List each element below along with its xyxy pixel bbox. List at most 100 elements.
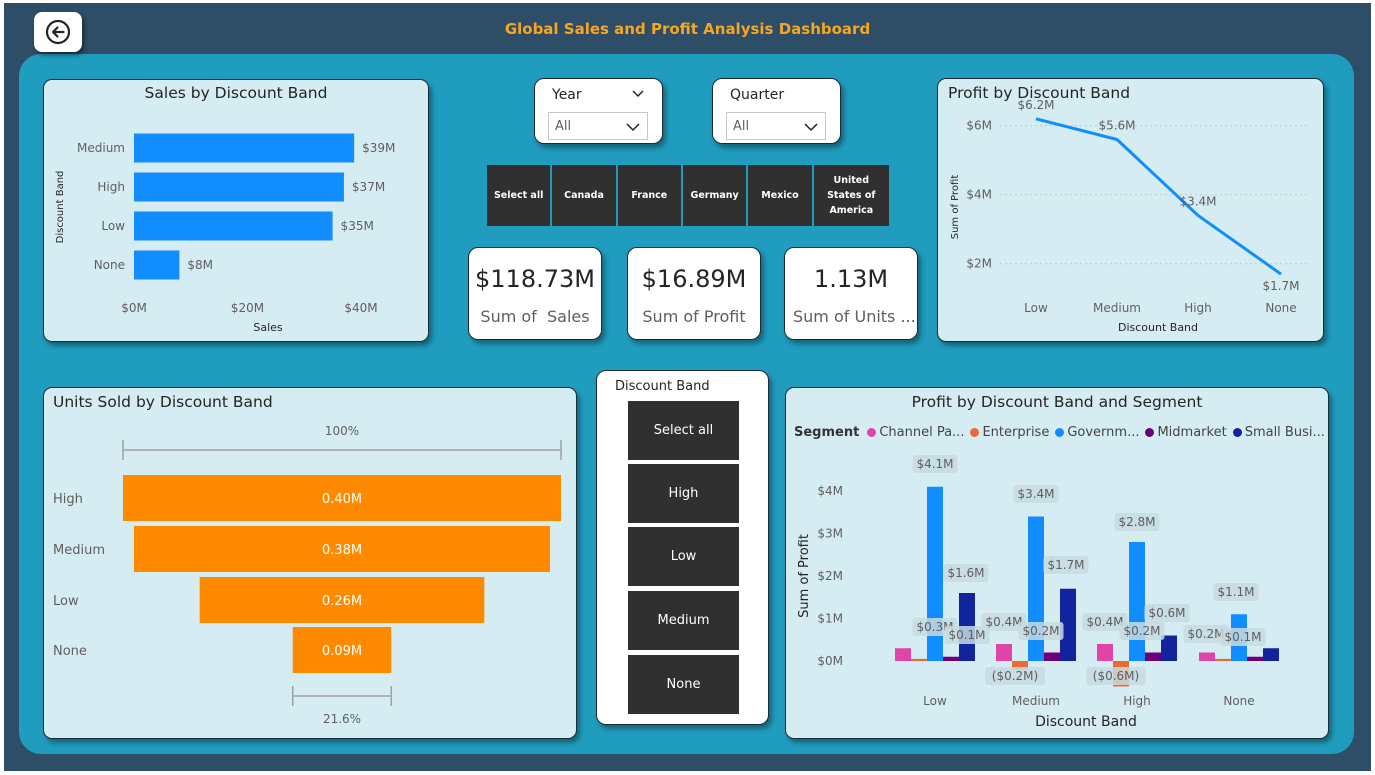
chevron-down-icon[interactable]	[630, 85, 646, 101]
country-germany-button[interactable]: Germany	[682, 165, 747, 226]
kpi-sales-card: $118.73M Sum of Sales	[468, 247, 602, 340]
units-funnel-chart: 100% High 0.40M Medium 0.38M Low 0.26M None 0.09…	[53, 424, 562, 726]
segment-bar	[1215, 658, 1231, 661]
segment-bar	[996, 644, 1012, 661]
discount-high-button[interactable]: High	[628, 464, 739, 523]
data-label: $1.7M	[1047, 558, 1084, 572]
discount-select-all-button[interactable]: Select all	[628, 401, 739, 460]
quarter-select[interactable]: All	[726, 112, 826, 140]
y-axis-title: Sum of Profit	[797, 534, 812, 618]
discount-low-button[interactable]: Low	[628, 527, 739, 586]
kpi-profit-label: Sum of Profit	[642, 307, 746, 326]
legend-label: Governm...	[1067, 425, 1140, 440]
legend-item-midmarket[interactable]: Midmarket	[1145, 425, 1227, 440]
year-value: All	[555, 119, 572, 134]
segment-bar	[943, 656, 959, 661]
profit-by-discount-card: Profit by Discount Band $2M $4M $6M $6.2M $5…	[937, 78, 1324, 342]
year-label: Year	[552, 87, 582, 103]
category-label: High	[97, 180, 125, 194]
data-label: 0.26M	[322, 594, 362, 609]
country-mexico-button[interactable]: Mexico	[748, 165, 812, 226]
legend-dot	[970, 428, 980, 437]
quarter-label: Quarter	[730, 87, 785, 103]
units-sold-card: Units Sold by Discount Band 100% High 0.40…	[43, 387, 577, 739]
y-axis-title: Sum of Profit	[950, 175, 961, 240]
profit-line	[1035, 117, 1282, 276]
legend-item-small-business[interactable]: Small Busi...	[1232, 425, 1325, 440]
x-axis-title: Discount Band	[1035, 714, 1137, 730]
kpi-sales-label: Sum of Sales	[480, 307, 590, 326]
discount-medium-button[interactable]: Medium	[628, 591, 739, 650]
data-label: $1.1M	[1217, 585, 1254, 599]
top-percent-label: 100%	[325, 424, 359, 438]
quarter-dropdown: Quarter All	[712, 78, 841, 144]
y-tick-label: $4M	[966, 188, 992, 202]
year-dropdown: Year All	[534, 78, 663, 144]
legend-dot	[1055, 428, 1065, 437]
legend-label: Enterprise	[982, 425, 1050, 440]
legend-item-government[interactable]: Governm...	[1055, 425, 1139, 440]
x-tick-label: None	[1223, 694, 1254, 708]
data-label: ($0.2M)	[992, 669, 1038, 683]
data-label: $0.1M	[1224, 630, 1261, 644]
quarter-value: All	[733, 119, 750, 134]
profit-segment-chart: $0M$1M$2M$3M$4MLow Medium High None$0.3M$0.…	[797, 455, 1279, 730]
legend-item-enterprise[interactable]: Enterprise	[970, 425, 1049, 440]
data-label: $4.1M	[916, 457, 953, 471]
bottom-percent-label: 21.6%	[323, 712, 361, 726]
dashboard-title: Global Sales and Profit Analysis Dashboa…	[504, 20, 871, 38]
country-usa-button[interactable]: United States of America	[813, 165, 889, 226]
data-label: $0.6M	[1148, 606, 1185, 620]
data-label: $8M	[187, 258, 213, 272]
kpi-units-label: Sum of Units ...	[793, 307, 916, 326]
segment-bar	[1129, 542, 1145, 661]
year-select[interactable]: All	[548, 112, 648, 140]
y-tick-label: $4M	[817, 484, 843, 498]
x-axis-title: Sales	[253, 321, 283, 334]
country-canada-button[interactable]: Canada	[552, 165, 616, 226]
segment-bar	[1247, 656, 1263, 661]
data-label: $0.2M	[1187, 627, 1224, 641]
x-tick-label: High	[1184, 301, 1212, 315]
legend-label: Small Busi...	[1244, 425, 1325, 440]
data-label: $0.4M	[985, 615, 1022, 629]
sales-bar	[134, 250, 180, 280]
data-label: $37M	[352, 180, 385, 194]
kpi-profit-card: $16.89M Sum of Profit	[627, 247, 761, 340]
sales-bar	[134, 172, 344, 202]
country-slicer: Select all Canada France Germany Mexico …	[487, 165, 889, 226]
kpi-sales-value: $118.73M	[475, 265, 595, 293]
chevron-down-icon	[626, 123, 640, 132]
sales-bar	[134, 211, 333, 241]
legend-item-channel[interactable]: Channel Pa...	[867, 425, 964, 440]
x-tick-label: $0M	[121, 301, 147, 315]
x-tick-label: $20M	[231, 301, 264, 315]
y-tick-label: $0M	[817, 654, 843, 668]
x-axis-title: Discount Band	[1118, 321, 1198, 334]
data-label: $0.1M	[948, 628, 985, 642]
discount-none-button[interactable]: None	[628, 655, 739, 714]
data-label: $2.8M	[1118, 515, 1155, 529]
data-label: $6.2M	[1017, 98, 1054, 112]
data-label: $0.4M	[1086, 615, 1123, 629]
y-axis-title: Discount Band	[55, 171, 66, 244]
country-france-button[interactable]: France	[617, 165, 681, 226]
data-label: $0.2M	[1022, 624, 1059, 638]
segment-bar	[895, 648, 911, 661]
data-label: $35M	[341, 219, 374, 233]
legend-label: Channel Pa...	[879, 425, 965, 440]
profit-line-chart: $2M $4M $6M $6.2M $5.6M $3.4M $1.7M Low Medium Hi…	[950, 98, 1310, 334]
segment-bar	[1161, 635, 1177, 661]
data-label: 0.38M	[322, 543, 362, 558]
data-label: $5.6M	[1098, 119, 1135, 133]
segment-bar	[1199, 652, 1215, 661]
data-label: ($0.6M)	[1093, 669, 1139, 683]
country-select-all-button[interactable]: Select all	[487, 165, 551, 226]
legend-dot	[867, 428, 877, 437]
y-tick-label: $2M	[817, 569, 843, 583]
y-tick-label: $2M	[966, 257, 992, 271]
data-label: $39M	[362, 141, 395, 155]
y-tick-label: $1M	[817, 612, 843, 626]
data-label: $3.4M	[1179, 194, 1216, 208]
y-tick-label: $6M	[966, 119, 992, 133]
